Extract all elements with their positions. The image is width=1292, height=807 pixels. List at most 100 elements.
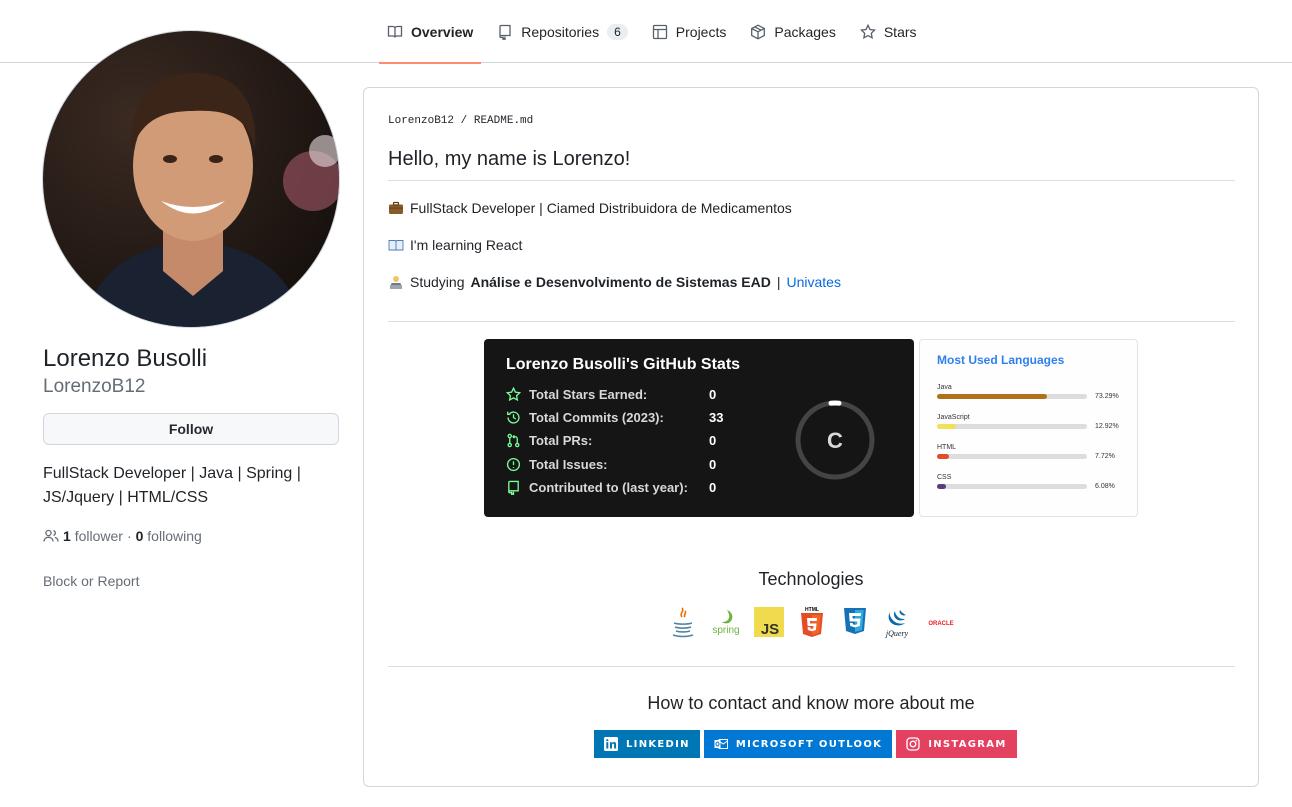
stat-value: 0: [709, 433, 717, 448]
follow-separator: ·: [126, 528, 132, 544]
readme-line-job: FullStack Developer | Ciamed Distribuido…: [388, 200, 792, 216]
oracle-icon: ORACLE: [924, 605, 957, 638]
univates-link[interactable]: Univates: [786, 274, 840, 290]
readme-heading: Hello, my name is Lorenzo!: [388, 148, 631, 170]
readme-path-separator: /: [460, 115, 468, 127]
contact-badges: LINKEDIN MICROSOFT OUTLOOK INSTAGRAM: [594, 730, 1017, 758]
outlook-badge[interactable]: MICROSOFT OUTLOOK: [703, 730, 893, 758]
followers-link[interactable]: 1 follower: [63, 528, 123, 544]
stat-label: Total Commits (2023):: [529, 410, 664, 425]
languages-card-title: Most Used Languages: [937, 353, 1065, 367]
star-icon: [506, 387, 521, 402]
package-icon: [751, 23, 766, 40]
tab-overview[interactable]: Overview: [379, 0, 482, 64]
language-bar-fill: [937, 484, 947, 489]
table-icon: [652, 24, 667, 39]
language-row: CSS 6.08%: [937, 474, 1127, 490]
briefcase-icon: [389, 201, 403, 214]
following-link[interactable]: 0 following: [136, 528, 202, 544]
spring-text: spring: [712, 625, 739, 636]
linkedin-badge[interactable]: LINKEDIN: [594, 730, 700, 758]
readme-line-study-course: Análise e Desenvolvimento de Sistemas EA…: [470, 274, 771, 290]
language-name: CSS: [937, 474, 952, 481]
profile-readme: LorenzoB12 / README.md Hello, my name is…: [363, 87, 1259, 787]
language-name: HTML: [937, 444, 957, 451]
block-or-report-link[interactable]: Block or Report: [43, 573, 139, 589]
language-row: HTML 7.72%: [937, 444, 1127, 460]
stat-value: 0: [709, 457, 717, 472]
jquery-text: jQuery: [884, 629, 908, 638]
technologies-title: Technologies: [758, 569, 864, 589]
profile-fullname: Lorenzo Busolli: [43, 345, 208, 372]
language-percent: 7.72%: [1095, 453, 1115, 460]
language-bar-fill: [937, 424, 957, 429]
stat-label: Total Issues:: [529, 457, 608, 472]
stat-value: 33: [709, 410, 724, 425]
stat-row-contributed: Contributed to (last year): 0: [506, 480, 716, 495]
tab-overview-label: Overview: [411, 23, 474, 40]
heading-divider: [388, 180, 1235, 181]
repositories-counter: 6: [607, 23, 628, 40]
avatar-photo: [43, 31, 339, 327]
tab-packages[interactable]: Packages: [742, 0, 843, 63]
language-bar: [937, 454, 1087, 459]
spring-icon: spring: [709, 605, 742, 638]
linkedin-icon: [604, 737, 618, 751]
readme-line-study-separator: |: [776, 274, 781, 290]
tab-repositories[interactable]: Repositories 6: [489, 0, 636, 63]
readme-path-file: README.md: [473, 115, 534, 127]
readme-path-user[interactable]: LorenzoB12: [388, 115, 454, 127]
tab-projects-label: Projects: [675, 23, 727, 40]
readme-line-study: Studying Análise e Desenvolvimento de Si…: [388, 274, 841, 290]
language-percent: 73.29%: [1095, 393, 1119, 400]
outlook-icon: [714, 739, 728, 749]
css3-icon: [838, 605, 871, 638]
section-divider-1: [388, 321, 1235, 322]
language-percent: 6.08%: [1095, 483, 1115, 490]
followers-label: follower: [74, 528, 123, 544]
history-icon: [507, 411, 520, 424]
stat-label: Total Stars Earned:: [529, 387, 648, 402]
stat-row-prs: Total PRs: 0: [506, 433, 716, 448]
people-icon: [43, 529, 59, 542]
language-bar: [937, 394, 1087, 399]
follow-button[interactable]: Follow: [43, 413, 339, 445]
instagram-icon: [906, 737, 920, 751]
tab-repositories-label: Repositories: [521, 23, 600, 40]
tab-packages-label: Packages: [774, 23, 836, 40]
language-row: JavaScript 12.92%: [937, 414, 1127, 430]
language-bar-fill: [937, 394, 1047, 399]
book-icon: [387, 25, 403, 38]
top-languages-card[interactable]: Most Used Languages Java 73.29% JavaScript…: [919, 339, 1138, 517]
stat-label: Contributed to (last year):: [529, 480, 688, 495]
contact-title: How to contact and know more about me: [647, 693, 975, 713]
tab-projects[interactable]: Projects: [644, 0, 735, 63]
student-icon: [390, 276, 402, 289]
section-divider-3: [388, 666, 1235, 667]
stat-row-commits: Total Commits (2023): 33: [506, 410, 723, 425]
profile-tabs: Overview Repositories 6 Projects Package…: [379, 0, 933, 64]
stat-value: 0: [709, 387, 717, 402]
js-text: JS: [760, 621, 778, 637]
technologies-icons: spring JS HTML jQuery ORACLE: [666, 605, 957, 638]
instagram-badge[interactable]: INSTAGRAM: [896, 730, 1017, 758]
rank-letter: C: [827, 428, 843, 453]
readme-path: LorenzoB12 / README.md: [388, 115, 533, 127]
stat-row-issues: Total Issues: 0: [506, 457, 716, 472]
tab-stars-label: Stars: [883, 23, 917, 40]
rank-circle: C: [795, 400, 875, 480]
instagram-label: INSTAGRAM: [928, 738, 1007, 750]
language-bar: [937, 424, 1087, 429]
language-bar-fill: [937, 454, 949, 459]
html5-icon: HTML: [795, 605, 828, 638]
following-label: following: [147, 528, 202, 544]
readme-line-learning-text: I'm learning React: [410, 237, 523, 253]
jquery-icon: jQuery: [881, 605, 914, 638]
following-count: 0: [135, 528, 144, 544]
avatar[interactable]: [42, 30, 340, 328]
language-name: Java: [937, 384, 952, 391]
stat-label: Total PRs:: [529, 433, 593, 448]
github-stats-card[interactable]: Lorenzo Busolli's GitHub Stats Total Sta…: [484, 339, 914, 517]
tab-stars[interactable]: Stars: [852, 0, 925, 63]
linkedin-label: LINKEDIN: [626, 738, 690, 750]
